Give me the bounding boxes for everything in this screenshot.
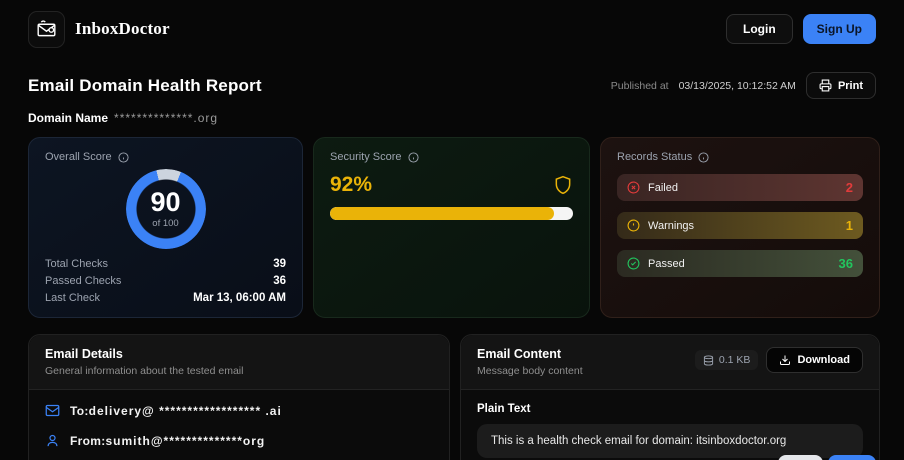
stat-last-check: Last Check Mar 13, 06:00 AM xyxy=(45,292,286,304)
print-button[interactable]: Print xyxy=(806,72,876,99)
auth-buttons: Login Sign Up xyxy=(726,14,876,44)
email-content-subtitle: Message body content xyxy=(477,365,583,377)
detail-row-from: From:sumith@**************org xyxy=(45,433,433,448)
email-details-title: Email Details xyxy=(45,347,243,361)
records-row-failed: Failed 2 xyxy=(617,174,863,201)
user-icon xyxy=(45,433,60,448)
size-badge: 0.1 KB xyxy=(695,350,759,370)
info-icon[interactable] xyxy=(698,152,709,163)
overall-score-card: Overall Score 90 of 100 Total Checks 39 xyxy=(28,137,303,318)
security-score-title: Security Score xyxy=(330,151,402,163)
published-at-label: Published at xyxy=(611,80,669,92)
email-content-title: Email Content xyxy=(477,347,583,361)
email-details-card: Email Details General information about … xyxy=(28,334,450,460)
signup-button[interactable]: Sign Up xyxy=(803,14,876,44)
cutoff-secondary-button[interactable] xyxy=(778,455,823,460)
detail-row-to: To:delivery@ ****************** .ai xyxy=(45,403,433,418)
security-percent: 92% xyxy=(330,173,372,197)
brand-name: InboxDoctor xyxy=(75,19,170,39)
print-label: Print xyxy=(838,80,863,92)
download-icon xyxy=(779,354,791,366)
plain-text-label: Plain Text xyxy=(477,403,863,415)
size-value: 0.1 KB xyxy=(719,354,751,366)
to-value: delivery@ ****************** .ai xyxy=(89,404,282,418)
records-status-title: Records Status xyxy=(617,151,692,163)
download-label: Download xyxy=(797,354,850,366)
to-label: To: xyxy=(70,404,89,418)
stat-total-checks: Total Checks 39 xyxy=(45,258,286,270)
shield-icon xyxy=(553,174,573,196)
published-group: Published at 03/13/2025, 10:12:52 AM Pri… xyxy=(611,72,876,99)
download-button[interactable]: Download xyxy=(766,347,863,373)
overall-score-title: Overall Score xyxy=(45,151,112,163)
published-at-value: 03/13/2025, 10:12:52 AM xyxy=(679,80,796,92)
info-icon[interactable] xyxy=(118,152,129,163)
email-content-card: Email Content Message body content 0.1 K… xyxy=(460,334,880,460)
login-button[interactable]: Login xyxy=(726,14,793,44)
domain-name-label: Domain Name xyxy=(28,111,108,125)
info-icon[interactable] xyxy=(408,152,419,163)
page-title: Email Domain Health Report xyxy=(28,76,262,96)
alert-circle-icon xyxy=(627,219,640,232)
security-score-card: Security Score 92% xyxy=(313,137,590,318)
x-circle-icon xyxy=(627,181,640,194)
printer-icon xyxy=(819,79,832,92)
from-value: sumith@**************org xyxy=(106,434,266,448)
database-icon xyxy=(703,355,714,366)
security-progress-bar xyxy=(330,207,573,220)
stat-passed-checks: Passed Checks 36 xyxy=(45,275,286,287)
domain-name-value: **************.org xyxy=(114,111,218,125)
plain-text-body: This is a health check email for domain:… xyxy=(477,424,863,458)
brand[interactable]: InboxDoctor xyxy=(28,11,170,48)
inboxdoctor-logo-icon xyxy=(28,11,65,48)
score-value: 90 xyxy=(150,189,180,216)
records-row-warnings: Warnings 1 xyxy=(617,212,863,239)
score-ring: 90 of 100 xyxy=(126,169,206,249)
top-navigation: InboxDoctor Login Sign Up xyxy=(0,0,904,58)
check-circle-icon xyxy=(627,257,640,270)
email-details-subtitle: General information about the tested ema… xyxy=(45,365,243,377)
cutoff-primary-button[interactable] xyxy=(828,455,876,460)
from-label: From: xyxy=(70,434,106,448)
score-max-label: of 100 xyxy=(152,218,178,229)
records-row-passed: Passed 36 xyxy=(617,250,863,277)
records-status-card: Records Status Failed 2 xyxy=(600,137,880,318)
mail-icon xyxy=(45,403,60,418)
